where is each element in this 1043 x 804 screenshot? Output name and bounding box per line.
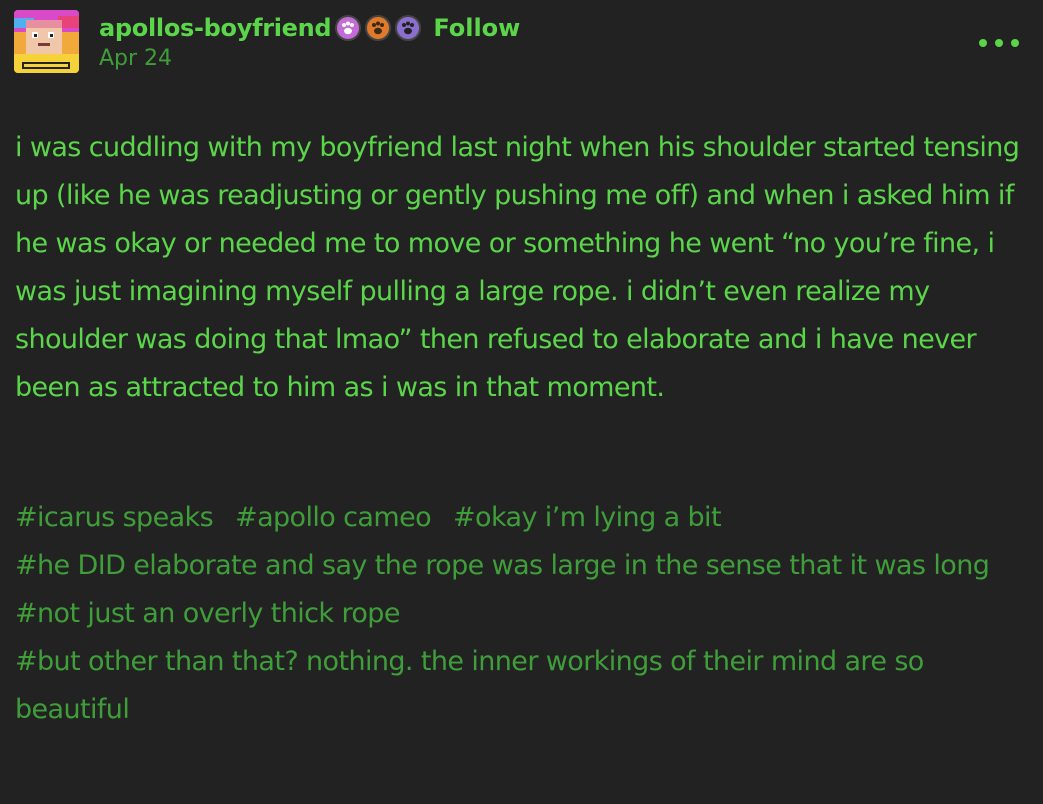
paw-badge-icon[interactable] [395,15,422,41]
post-meta: apollos-boyfriend Follow Apr 24 [99,12,520,71]
paw-icon [342,21,355,35]
follow-button[interactable]: Follow [433,14,520,42]
tag-link[interactable]: #not just an overly thick rope [15,598,400,629]
tag-row: #he DID elaborate and say the rope was l… [15,542,1035,590]
tag-link[interactable]: #he DID elaborate and say the rope was l… [15,550,990,581]
post-date[interactable]: Apr 24 [99,46,520,71]
more-dot [995,39,1003,47]
post-body: i was cuddling with my boyfriend last ni… [15,132,1020,403]
paw-badge-icon[interactable] [365,15,392,41]
tag-link[interactable]: #apollo cameo [235,502,432,533]
paw-icon [402,21,415,35]
more-dot [1011,39,1019,47]
post-card: apollos-boyfriend Follow Apr 24 i was cu… [0,0,1043,804]
tag-row: #but other than that? nothing. the inner… [15,638,1035,734]
tag-row: #icarus speaks #apollo cameo #okay i’m lyi… [15,494,1035,542]
more-dot [979,39,987,47]
tag-row: #not just an overly thick rope [15,590,1035,638]
paw-icon [372,21,385,35]
tag-link[interactable]: #but other than that? nothing. the inner… [15,646,924,725]
post-header: apollos-boyfriend Follow Apr 24 [14,10,1029,76]
blog-name-link[interactable]: apollos-boyfriend [99,14,332,42]
name-row: apollos-boyfriend Follow [99,12,520,44]
avatar-image [14,10,79,73]
avatar[interactable] [14,10,79,73]
tag-link[interactable]: #okay i’m lying a bit [453,502,722,533]
more-options-icon[interactable] [979,36,1019,50]
paw-badge-icon[interactable] [335,15,362,41]
tag-link[interactable]: #icarus speaks [15,502,214,533]
post-tags: #icarus speaks #apollo cameo #okay i’m lyi… [15,494,1035,734]
